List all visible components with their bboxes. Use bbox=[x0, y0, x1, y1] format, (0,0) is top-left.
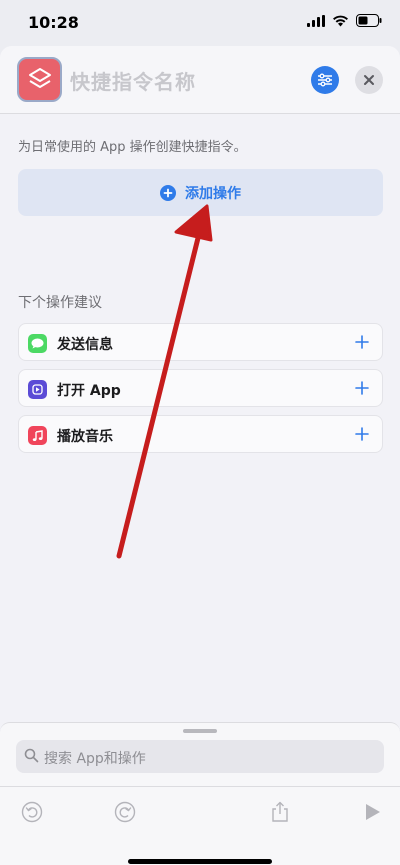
close-button[interactable] bbox=[355, 66, 383, 94]
suggestion-play-music[interactable]: 播放音乐 bbox=[18, 415, 383, 453]
suggestion-label: 打开 App bbox=[57, 383, 121, 399]
status-icons bbox=[307, 14, 382, 27]
suggestion-send-message[interactable]: 发送信息 bbox=[18, 323, 383, 361]
add-action-button[interactable]: 添加操作 bbox=[18, 169, 383, 216]
settings-button[interactable] bbox=[311, 66, 339, 94]
action-search-panel: 搜索 App和操作 bbox=[0, 722, 400, 865]
shortcut-editor-sheet: 快捷指令名称 为日常使用的 App 操作创建快捷指令。 添加操作 下个操作建议 … bbox=[0, 46, 400, 865]
suggestion-open-app[interactable]: 打开 App bbox=[18, 369, 383, 407]
add-action-label: 添加操作 bbox=[185, 185, 241, 202]
add-circle-icon bbox=[160, 184, 176, 201]
share-icon[interactable] bbox=[269, 801, 291, 823]
home-indicator bbox=[128, 859, 272, 864]
suggestion-label: 播放音乐 bbox=[57, 429, 113, 445]
search-input[interactable]: 搜索 App和操作 bbox=[16, 740, 384, 773]
shortcuts-icon bbox=[28, 67, 51, 88]
editor-description: 为日常使用的 App 操作创建快捷指令。 bbox=[18, 140, 247, 155]
panel-grabber[interactable] bbox=[183, 729, 217, 733]
plus-icon[interactable] bbox=[351, 377, 373, 399]
play-icon[interactable] bbox=[361, 801, 383, 823]
redo-icon[interactable] bbox=[114, 801, 136, 823]
music-icon bbox=[28, 426, 47, 445]
message-icon bbox=[28, 334, 47, 353]
toolbar-divider bbox=[0, 786, 400, 787]
undo-icon[interactable] bbox=[21, 801, 43, 823]
suggestion-label: 发送信息 bbox=[57, 337, 113, 353]
status-time: 10:28 bbox=[28, 13, 79, 32]
search-placeholder: 搜索 App和操作 bbox=[44, 751, 146, 767]
search-icon bbox=[24, 748, 39, 763]
sliders-icon bbox=[318, 73, 332, 87]
close-icon bbox=[364, 75, 374, 85]
status-bar: 10:28 bbox=[0, 0, 400, 46]
plus-icon[interactable] bbox=[351, 423, 373, 445]
battery-icon bbox=[356, 14, 382, 27]
shortcut-name-field[interactable]: 快捷指令名称 bbox=[70, 66, 196, 95]
plus-icon[interactable] bbox=[351, 331, 373, 353]
cellular-signal-icon bbox=[307, 14, 325, 27]
wifi-icon bbox=[333, 15, 348, 26]
editor-header: 快捷指令名称 bbox=[0, 46, 400, 114]
open-app-icon bbox=[28, 380, 47, 399]
shortcut-icon-button[interactable] bbox=[17, 57, 62, 102]
suggestions-title: 下个操作建议 bbox=[18, 295, 102, 311]
